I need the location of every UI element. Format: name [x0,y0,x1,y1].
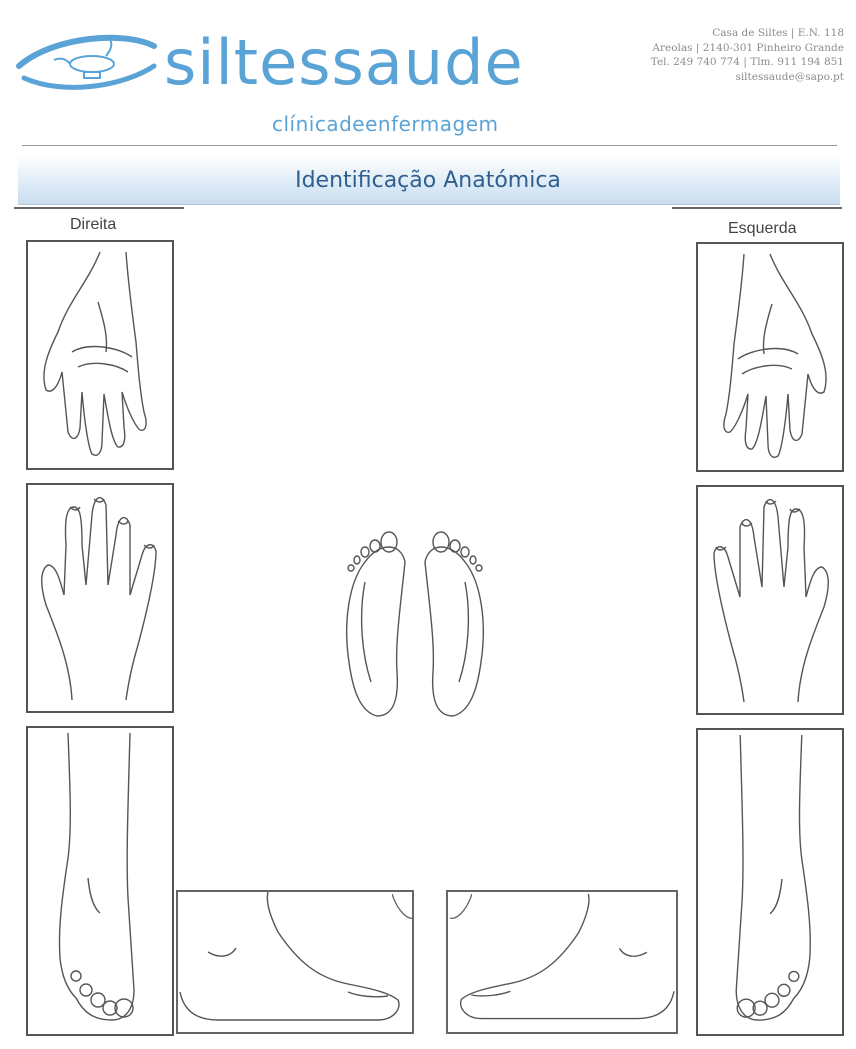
back-hand-icon [713,498,829,703]
brand-name: siltessaude [164,26,524,99]
left-palm-box[interactable] [696,242,844,472]
right-palm-box[interactable] [26,240,174,470]
right-back-hand-box[interactable] [26,483,174,713]
contact-address: Casa de Siltes | E.N. 118 [712,27,844,39]
left-foot-side-box[interactable] [446,890,678,1034]
label-direita: Direita [70,216,117,233]
brand-subtitle: clínicadeenfermagem [272,112,499,136]
oil-lamp-icon [16,34,157,90]
label-esquerda: Esquerda [728,220,797,237]
foot-top-icon [735,734,811,1021]
page-title: Identificação Anatómica [295,168,561,193]
header-rule [22,145,837,146]
clinic-logo: siltessaude clínicadeenfermagem [14,22,544,134]
right-foot-side-box[interactable] [176,890,414,1034]
left-underline [14,207,184,209]
contact-email: siltessaude@sapo.pt [735,70,844,83]
back-hand-icon [41,496,157,701]
heel-fragment-icon [392,893,472,919]
right-underline [672,207,842,209]
contact-locality: Areolas | 2140-301 Pinheiro Grande [652,41,844,54]
left-back-hand-box[interactable] [696,485,844,715]
palm-hand-icon [43,251,147,456]
foot-top-icon [58,732,135,1021]
foot-side-icon [460,893,675,1020]
right-foot-top-box[interactable] [26,726,174,1036]
palm-hand-icon [723,253,827,458]
left-foot-top-box[interactable] [696,728,844,1036]
contact-phone: Tel. 249 740 774 | Tlm. 911 194 851 [650,56,844,68]
foot-side-icon [179,892,400,1021]
soles-icon[interactable] [335,522,495,722]
contact-block: Casa de Siltes | E.N. 118 Areolas | 2140… [604,26,844,84]
